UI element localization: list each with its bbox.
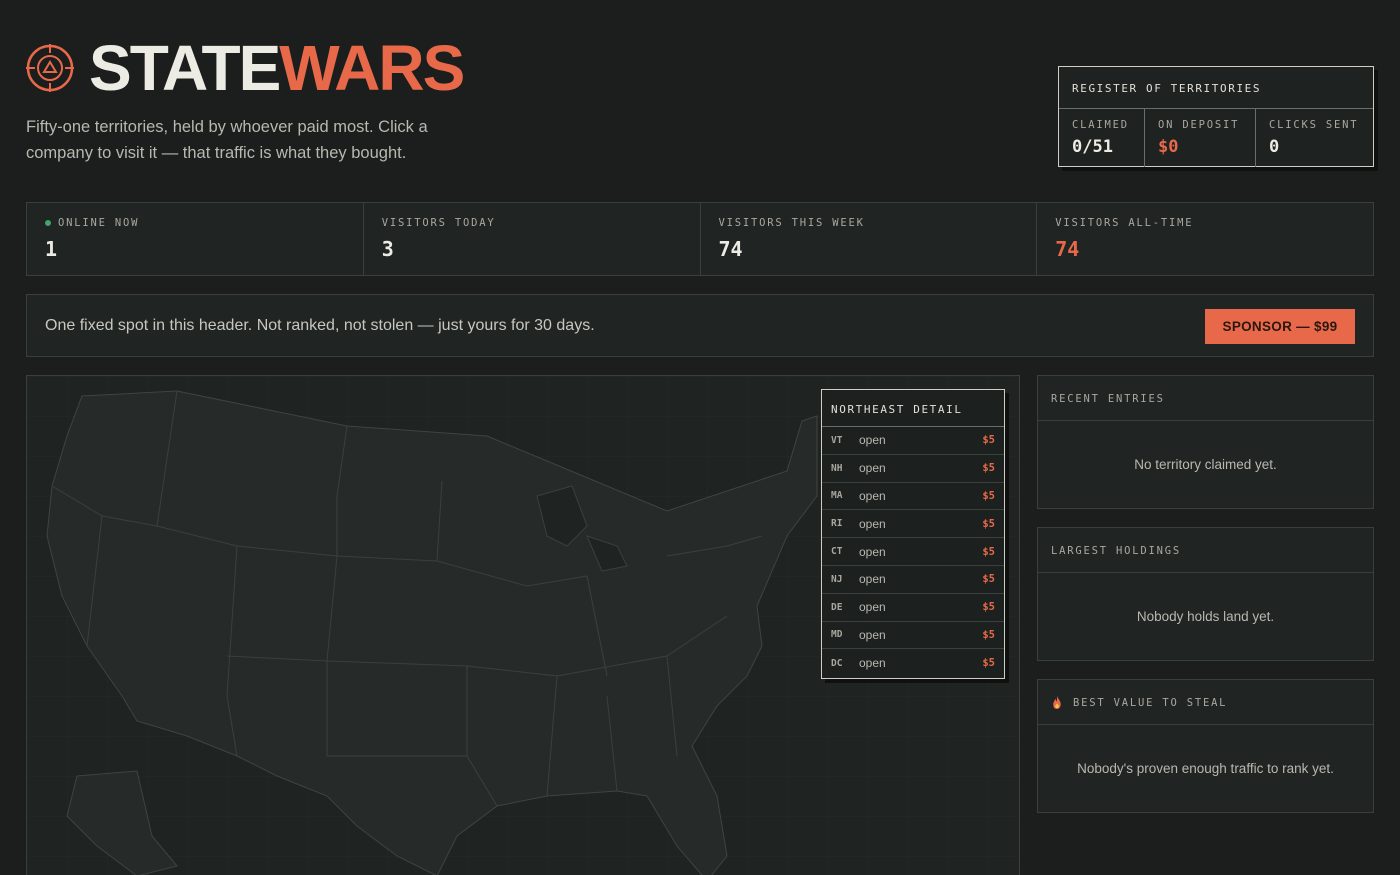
territory-price: $5 [982,545,995,558]
online-dot-icon [45,220,51,226]
territory-status: open [859,488,886,503]
territory-code: RI [831,518,843,530]
visitor-stats: ONLINE NOW 1 VISITORS TODAY 3 VISITORS T… [26,202,1374,276]
claimed-value: 0/51 [1072,137,1113,157]
best-value-empty: Nobody's proven enough traffic to rank y… [1077,761,1334,776]
territory-price: $5 [982,628,995,641]
register-of-territories: REGISTER OF TERRITORIES CLAIMED 0/51 ON … [1058,66,1374,167]
territory-code: CT [831,546,843,558]
stat-value: 74 [718,237,743,261]
site-title-wars: WARS [279,32,465,104]
stat-value: 3 [381,237,394,261]
sponsor-button[interactable]: SPONSOR — $99 [1205,309,1355,344]
stat-online-now: ONLINE NOW 1 [27,203,364,275]
territory-code: NH [831,462,843,474]
stat-label: ONLINE NOW [58,217,140,229]
territory-price: $5 [982,489,995,502]
clicks-label: CLICKS SENT [1269,119,1359,131]
site-title-state: STATE [89,32,281,104]
territory-row-ri[interactable]: RI open $5 [822,510,1004,539]
territory-status: open [859,433,886,448]
deposit-value: $0 [1158,137,1179,157]
territory-status: open [859,544,886,559]
territory-code: MD [831,629,843,641]
register-clicks: CLICKS SENT 0 [1256,109,1373,167]
register-claimed: CLAIMED 0/51 [1059,109,1145,167]
best-value-title: BEST VALUE TO STEAL [1073,697,1228,709]
tagline: Fifty-one territories, held by whoever p… [26,118,428,162]
stat-label: VISITORS THIS WEEK [718,217,865,229]
territory-price: $5 [982,601,995,614]
territory-price: $5 [982,517,995,530]
stat-visitors-week: VISITORS THIS WEEK 74 [701,203,1038,275]
claimed-label: CLAIMED [1072,119,1129,131]
territory-status: open [859,516,886,531]
sponsor-bar: One fixed spot in this header. Not ranke… [26,294,1374,357]
logo[interactable]: STATEWARS [26,36,465,100]
best-value-panel: BEST VALUE TO STEAL Nobody's proven enou… [1037,679,1374,813]
territory-code: MA [831,490,843,502]
territory-status: open [859,656,886,671]
territory-row-nj[interactable]: NJ open $5 [822,566,1004,594]
site-title: STATEWARS [89,36,465,100]
territory-code: DE [831,601,843,613]
territory-status: open [859,600,886,615]
recent-entries-title: RECENT ENTRIES [1038,376,1373,421]
territory-row-dc[interactable]: DC open $5 [822,649,1004,677]
territory-row-ct[interactable]: CT open $5 [822,538,1004,566]
territory-row-nh[interactable]: NH open $5 [822,455,1004,483]
northeast-title: NORTHEAST DETAIL [822,390,1004,427]
crosshair-triangle-icon [26,44,74,92]
stat-value: 74 [1055,237,1080,261]
register-deposit: ON DEPOSIT $0 [1145,109,1256,167]
territory-price: $5 [982,657,995,670]
largest-holdings-empty: Nobody holds land yet. [1136,609,1275,624]
fire-icon [1053,696,1061,709]
territory-status: open [859,572,886,587]
territory-price: $5 [982,434,995,447]
northeast-detail: NORTHEAST DETAIL VT open $5 NH open $5 M… [821,389,1005,679]
territory-status: open [859,627,886,642]
register-title: REGISTER OF TERRITORIES [1059,67,1373,109]
territory-status: open [859,461,886,476]
territory-price: $5 [982,573,995,586]
stat-visitors-all-time: VISITORS ALL-TIME 74 [1037,203,1373,275]
territory-code: DC [831,657,843,669]
territory-row-ma[interactable]: MA open $5 [822,483,1004,511]
deposit-label: ON DEPOSIT [1158,119,1240,131]
stat-visitors-today: VISITORS TODAY 3 [364,203,701,275]
sponsor-text: One fixed spot in this header. Not ranke… [45,317,595,334]
territory-code: NJ [831,573,843,585]
stat-label: VISITORS ALL-TIME [1055,217,1194,229]
territory-row-vt[interactable]: VT open $5 [822,427,1004,455]
stat-label: VISITORS TODAY [381,217,496,229]
recent-entries-panel: RECENT ENTRIES No territory claimed yet. [1037,375,1374,509]
largest-holdings-panel: LARGEST HOLDINGS Nobody holds land yet. [1037,527,1374,661]
best-value-header: BEST VALUE TO STEAL [1038,680,1373,725]
territory-code: VT [831,434,843,446]
territory-row-md[interactable]: MD open $5 [822,622,1004,650]
territory-price: $5 [982,462,995,475]
clicks-value: 0 [1269,137,1280,157]
territory-row-de[interactable]: DE open $5 [822,594,1004,622]
recent-entries-empty: No territory claimed yet. [1134,457,1277,472]
largest-holdings-title: LARGEST HOLDINGS [1038,528,1373,573]
stat-value: 1 [45,237,58,261]
